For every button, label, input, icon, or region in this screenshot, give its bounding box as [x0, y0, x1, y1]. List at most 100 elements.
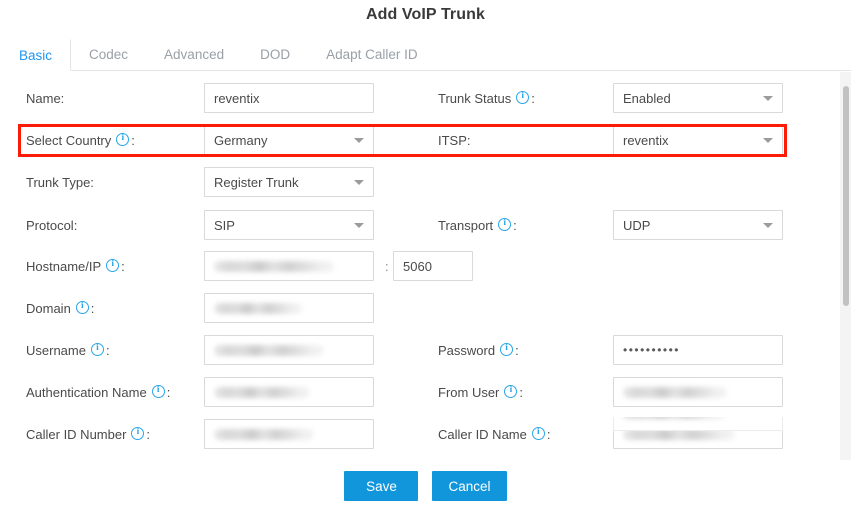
colon: : — [146, 426, 151, 442]
colon: : — [513, 217, 517, 233]
tab-basic[interactable]: Basic — [0, 39, 72, 71]
tab-dod[interactable]: DOD — [242, 39, 308, 70]
name-input[interactable]: reventix — [204, 83, 374, 113]
tab-codec[interactable]: Codec — [71, 39, 146, 70]
name-input-value: reventix — [214, 90, 260, 106]
itsp-value: reventix — [623, 132, 669, 148]
authentication-name-input[interactable] — [204, 377, 374, 407]
select-country-select[interactable]: Germany — [204, 125, 374, 155]
from-user-label: From User i : — [438, 384, 524, 400]
info-icon[interactable]: i — [90, 342, 104, 356]
transport-select[interactable]: UDP — [613, 210, 783, 240]
row-domain: Domain i : — [26, 293, 94, 323]
row-itsp: ITSP: — [438, 125, 471, 155]
caller-id-number-label: Caller ID Number i : — [26, 426, 151, 442]
info-icon[interactable]: i — [116, 132, 130, 146]
row-name: Name: — [26, 83, 64, 113]
hostname-ip-label: Hostname/IP i : — [26, 258, 125, 274]
trunk-type-select[interactable]: Register Trunk — [204, 167, 374, 197]
tab-codec-label: Codec — [89, 47, 129, 62]
tab-advanced-label: Advanced — [164, 47, 225, 62]
colon: : — [90, 300, 95, 316]
info-icon[interactable]: i — [75, 300, 89, 314]
chevron-down-icon — [354, 179, 364, 185]
tab-adapt-caller-id-label: Adapt Caller ID — [326, 47, 418, 62]
trunk-status-label: Trunk Status i : — [438, 90, 535, 106]
from-user-input[interactable] — [613, 377, 783, 407]
trunk-status-select[interactable]: Enabled — [613, 83, 783, 113]
info-icon[interactable]: i — [500, 342, 514, 356]
select-country-value: Germany — [214, 132, 268, 148]
tab-bar: Basic Codec Advanced DOD Adapt Caller ID — [0, 39, 851, 71]
tab-dod-label: DOD — [260, 47, 291, 62]
domain-label: Domain i : — [26, 300, 95, 316]
chevron-down-icon — [763, 137, 773, 143]
colon: : — [166, 384, 171, 400]
info-icon[interactable]: i — [516, 90, 530, 104]
colon: : — [546, 426, 551, 442]
vertical-scrollbar-thumb[interactable] — [843, 86, 849, 306]
info-icon[interactable]: i — [498, 217, 512, 231]
row-trunk-status: Trunk Status i : — [438, 83, 535, 113]
redacted-value — [214, 260, 334, 272]
row-select-country: Select Country i : — [26, 125, 135, 155]
trunk-type-value: Register Trunk — [214, 174, 299, 190]
colon: : — [519, 384, 524, 400]
row-transport: Transport i : — [438, 210, 517, 240]
transport-value: UDP — [623, 217, 651, 233]
password-value: •••••••••• — [623, 343, 681, 357]
redacted-value — [214, 302, 302, 314]
password-label: Password i : — [438, 342, 519, 358]
port-separator: : — [385, 258, 389, 274]
redacted-value — [214, 386, 310, 398]
add-voip-trunk-dialog: Add VoIP Trunk Basic Codec Advanced DOD … — [0, 0, 851, 512]
transport-label: Transport i : — [438, 217, 517, 233]
tab-adapt-caller-id[interactable]: Adapt Caller ID — [308, 39, 436, 70]
select-country-label: Select Country i : — [26, 132, 135, 148]
row-trunk-type: Trunk Type: — [26, 167, 94, 197]
chevron-down-icon — [354, 222, 364, 228]
row-username: Username i : — [26, 335, 110, 365]
colon: : — [121, 258, 125, 274]
info-icon[interactable]: i — [106, 258, 120, 272]
info-icon[interactable]: i — [531, 426, 545, 440]
row-caller-id-number: Caller ID Number i : — [26, 419, 150, 449]
redacted-value — [623, 386, 727, 398]
tab-advanced[interactable]: Advanced — [146, 39, 242, 70]
hostname-ip-input[interactable] — [204, 251, 374, 281]
port-value: 5060 — [403, 258, 432, 274]
chevron-down-icon — [763, 95, 773, 101]
port-input[interactable]: 5060 — [393, 251, 473, 281]
domain-input[interactable] — [204, 293, 374, 323]
row-authentication-name: Authentication Name i : — [26, 377, 170, 407]
cancel-button[interactable]: Cancel — [432, 471, 507, 501]
form-body: Name: reventix Trunk Status i : Enabled … — [0, 71, 851, 460]
dialog-footer: Save Cancel — [0, 460, 851, 512]
chevron-down-icon — [763, 222, 773, 228]
chevron-down-icon — [354, 137, 364, 143]
caller-id-name-label: Caller ID Name i : — [438, 426, 551, 442]
redacted-value — [214, 344, 324, 356]
password-input[interactable]: •••••••••• — [613, 335, 783, 365]
row-from-user: From User i : — [438, 377, 523, 407]
protocol-label: Protocol: — [26, 217, 78, 233]
info-icon[interactable]: i — [151, 384, 165, 398]
colon: : — [131, 132, 135, 148]
itsp-label: ITSP: — [438, 132, 471, 148]
trunk-type-label: Trunk Type: — [26, 174, 94, 190]
row-caller-id-name: Caller ID Name i : — [438, 419, 550, 449]
itsp-select[interactable]: reventix — [613, 125, 783, 155]
row-hostname-ip: Hostname/IP i : — [26, 251, 125, 281]
row-password: Password i : — [438, 335, 519, 365]
authentication-name-label: Authentication Name i : — [26, 384, 171, 400]
protocol-select[interactable]: SIP — [204, 210, 374, 240]
colon: : — [515, 342, 519, 358]
save-button[interactable]: Save — [344, 471, 419, 501]
username-input[interactable] — [204, 335, 374, 365]
name-label: Name: — [26, 90, 65, 106]
redacted-value — [214, 428, 314, 440]
info-icon[interactable]: i — [504, 384, 518, 398]
info-icon[interactable]: i — [131, 426, 145, 440]
colon: : — [531, 90, 535, 106]
caller-id-number-input[interactable] — [204, 419, 374, 449]
